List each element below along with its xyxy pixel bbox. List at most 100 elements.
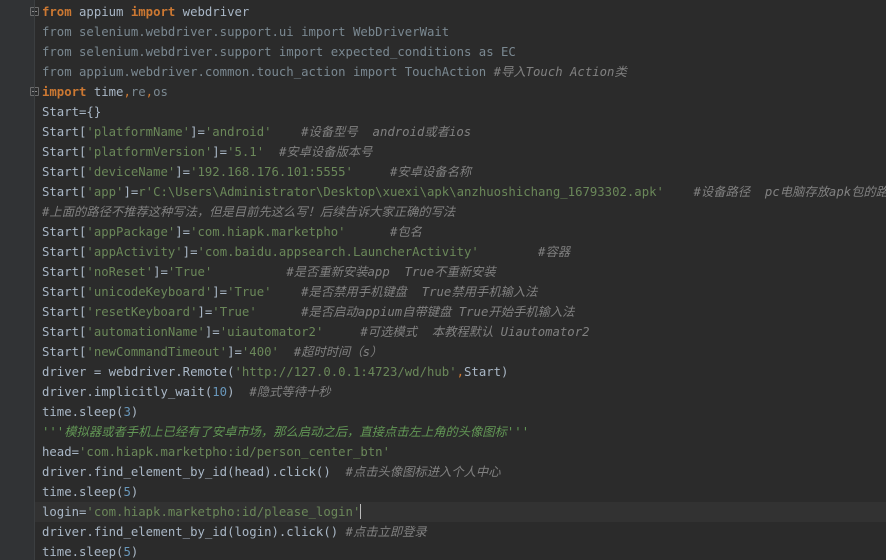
code-token: ]= — [182, 245, 198, 259]
code-line[interactable]: #上面的路径不推荐这种写法，但是目前先这么写！后续告诉大家正确的写法 — [42, 202, 886, 222]
code-token: ]= — [153, 265, 168, 279]
code-line[interactable]: Start['unicodeKeyboard']='True' #是否禁用手机键… — [42, 282, 886, 302]
code-token: ]= — [212, 145, 228, 159]
code-token: r'C:\Users\Administrator\Desktop\xuexi\a… — [138, 185, 664, 199]
code-token: driver.find_element_by_id(login).click() — [42, 525, 346, 539]
code-line[interactable]: driver.find_element_by_id(login).click()… — [42, 522, 886, 542]
code-token: head= — [42, 445, 80, 459]
code-line[interactable]: '''模拟器或者手机上已经有了安卓市场，那么启动之后，直接点击左上角的头像图标'… — [42, 422, 886, 442]
code-token: appium — [71, 5, 131, 19]
code-token: ) — [130, 545, 139, 559]
code-token: time.sleep( — [42, 405, 124, 419]
code-token: '192.168.176.101:5555' — [190, 165, 353, 179]
code-token: Start[ — [42, 245, 87, 259]
code-token: Start[ — [42, 185, 87, 199]
code-token: Start[ — [42, 145, 87, 159]
code-token: re — [130, 85, 146, 99]
code-line[interactable]: Start['newCommandTimeout']='400' #超时时间（s… — [42, 342, 886, 362]
code-token: 'automationName' — [86, 325, 205, 339]
code-line[interactable]: import time,re,os — [42, 82, 886, 102]
code-token: Start) — [464, 365, 509, 379]
code-token: #是否禁用手机键盘 True禁用手机输入法 — [301, 285, 538, 299]
code-token: time.sleep( — [42, 545, 124, 559]
code-token: 'unicodeKeyboard' — [86, 285, 213, 299]
code-token: #导入Touch Action类 — [493, 65, 627, 79]
code-token: 'com.hiapk.marketpho:id/person_center_bt… — [79, 445, 390, 459]
code-token: #设备路径 pc电脑存放apk包的路径 — [693, 185, 886, 199]
code-token: 5 — [123, 485, 131, 499]
code-token: driver = webdriver.Remote( — [42, 365, 235, 379]
code-token: 'com.baidu.appsearch.LauncherActivity' — [197, 245, 479, 259]
code-line[interactable]: time.sleep(3) — [42, 402, 886, 422]
code-line[interactable]: driver = webdriver.Remote('http://127.0.… — [42, 362, 886, 382]
code-line[interactable]: Start={} — [42, 102, 886, 122]
code-token: 'platformVersion' — [86, 145, 213, 159]
code-token: Start[ — [42, 305, 87, 319]
code-token: ]= — [123, 185, 139, 199]
code-token: #设备型号 android或者ios — [301, 125, 472, 139]
code-token: ]= — [175, 165, 191, 179]
code-token: 'appPackage' — [86, 225, 176, 239]
code-line[interactable]: Start['automationName']='uiautomator2' #… — [42, 322, 886, 342]
code-token: import — [130, 5, 176, 19]
code-token: ) — [130, 485, 139, 499]
code-line[interactable]: driver.find_element_by_id(head).click() … — [42, 462, 886, 482]
code-line[interactable]: Start['appActivity']='com.baidu.appsearc… — [42, 242, 886, 262]
code-token: 3 — [123, 405, 131, 419]
code-line[interactable]: time.sleep(5) — [42, 542, 886, 560]
code-token: Start[ — [42, 225, 87, 239]
code-line[interactable]: Start['deviceName']='192.168.176.101:555… — [42, 162, 886, 182]
code-line[interactable]: Start['platformVersion']='5.1' #安卓设备版本号 — [42, 142, 886, 162]
code-token: login= — [42, 505, 87, 519]
code-token: from selenium.webdriver.support import e… — [42, 45, 516, 59]
code-token: import — [42, 85, 87, 99]
code-token: #点击立即登录 — [345, 525, 427, 539]
code-token: #安卓设备版本号 — [278, 145, 373, 159]
code-line[interactable]: from selenium.webdriver.support.ui impor… — [42, 22, 886, 42]
code-line[interactable]: Start['appPackage']='com.hiapk.marketpho… — [42, 222, 886, 242]
code-line[interactable]: Start['platformName']='android' #设备型号 an… — [42, 122, 886, 142]
code-line[interactable]: time.sleep(5) — [42, 482, 886, 502]
code-token: 'deviceName' — [86, 165, 176, 179]
code-line[interactable]: from selenium.webdriver.support import e… — [42, 42, 886, 62]
code-token: ) — [130, 405, 139, 419]
code-token: time.sleep( — [42, 485, 124, 499]
code-token: os — [153, 85, 168, 99]
code-token: 'platformName' — [86, 125, 191, 139]
code-token: '400' — [241, 345, 279, 359]
code-line[interactable]: Start['noReset']='True' #是否重新安装app True不… — [42, 262, 886, 282]
code-token: ) — [227, 385, 250, 399]
code-token: ]= — [227, 345, 242, 359]
code-token: 'appActivity' — [86, 245, 183, 259]
code-line[interactable]: Start['resetKeyboard']='True' #是否启动appiu… — [42, 302, 886, 322]
code-token: , — [123, 85, 131, 99]
code-token: Start[ — [42, 125, 87, 139]
code-token: Start[ — [42, 285, 87, 299]
code-lines[interactable]: from appium import webdriver from seleniu… — [42, 2, 886, 560]
code-line[interactable]: from appium.webdriver.common.touch_actio… — [42, 62, 886, 82]
code-token: #点击头像图标进入个人中心 — [345, 465, 501, 479]
code-line[interactable]: from appium import webdriver — [42, 2, 886, 22]
code-token: ]= — [197, 305, 213, 319]
code-token: 'com.hiapk.marketpho' — [190, 225, 346, 239]
code-line[interactable]: head='com.hiapk.marketpho:id/person_cent… — [42, 442, 886, 462]
code-editor[interactable]: from appium import webdriver from seleniu… — [0, 0, 886, 560]
code-token: 10 — [212, 385, 228, 399]
code-token: ]= — [190, 125, 205, 139]
code-token: '''模拟器或者手机上已经有了安卓市场，那么启动之后，直接点击左上角的头像图标'… — [42, 425, 530, 439]
code-token: webdriver — [175, 5, 250, 19]
code-line[interactable]: Start['app']=r'C:\Users\Administrator\De… — [42, 182, 886, 202]
code-token: 'newCommandTimeout' — [86, 345, 228, 359]
code-token: driver.implicitly_wait( — [42, 385, 213, 399]
code-token: #上面的路径不推荐这种写法，但是目前先这么写！后续告诉大家正确的写法 — [42, 205, 456, 219]
code-line[interactable]: driver.implicitly_wait(10) #隐式等待十秒 — [42, 382, 886, 402]
code-token: #包名 — [389, 225, 422, 239]
editor-gutter[interactable] — [0, 0, 39, 560]
code-line[interactable]: login='com.hiapk.marketpho:id/please_log… — [42, 502, 886, 522]
